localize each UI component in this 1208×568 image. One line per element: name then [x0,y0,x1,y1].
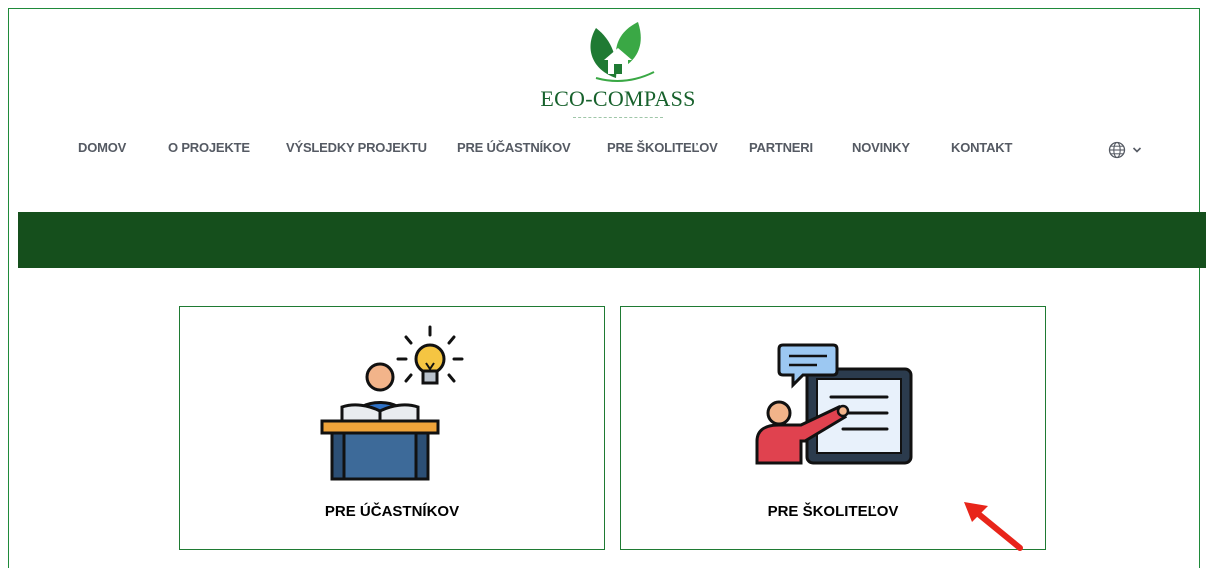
page-banner [18,212,1206,268]
chevron-down-icon [1132,147,1142,153]
nav-item-domov[interactable]: DOMOV [78,140,126,155]
language-switcher[interactable] [1108,141,1142,159]
nav-item-novinky[interactable]: NOVINKY [852,140,910,155]
nav-item-pre-skolitelov[interactable]: PRE ŠKOLITEĽOV [607,140,718,155]
logo-text: ECO-COMPASS [540,86,696,111]
globe-icon [1108,141,1126,159]
nav-item-partneri[interactable]: PARTNERI [749,140,813,155]
card-pre-ucastnikov[interactable]: PRE ÚČASTNÍKOV [179,306,605,550]
main-navigation: DOMOV O PROJEKTE VÝSLEDKY PROJEKTU PRE Ú… [0,140,1208,162]
red-arrow-pointer-icon [964,502,1023,551]
nav-item-vysledky-projektu[interactable]: VÝSLEDKY PROJEKTU [286,140,427,155]
trainer-presentation-icon [755,343,913,465]
student-idea-icon [320,325,464,481]
site-logo[interactable]: ECO-COMPASS [528,18,708,118]
leaf-house-logo-icon [590,22,655,82]
nav-item-o-projekte[interactable]: O PROJEKTE [168,140,250,155]
nav-item-kontakt[interactable]: KONTAKT [951,140,1012,155]
logo-divider [573,117,663,118]
nav-item-pre-ucastnikov[interactable]: PRE ÚČASTNÍKOV [457,140,571,155]
card-label: PRE ÚČASTNÍKOV [324,503,460,520]
